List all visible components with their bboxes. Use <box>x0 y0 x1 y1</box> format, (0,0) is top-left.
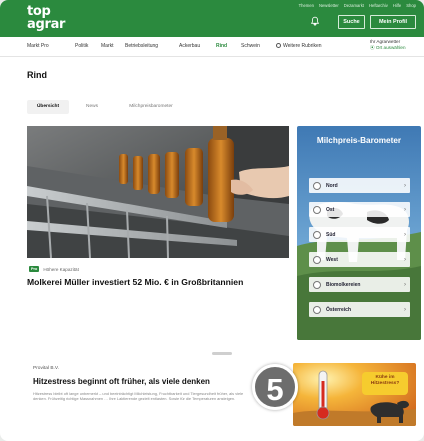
bell-icon[interactable] <box>310 16 320 26</box>
weather-widget[interactable]: Ihr Agrarwetter ⦿ Ort auswählen <box>370 39 406 51</box>
region-label: Österreich <box>326 306 352 313</box>
chevron-right-icon: › <box>404 306 406 313</box>
nav-item-weitere-rubriken[interactable]: Weitere Rubriken <box>276 43 322 49</box>
section-divider <box>212 352 232 355</box>
step-number-badge: 5 <box>252 364 298 410</box>
barometer-title: Milchpreis-Barometer <box>316 136 402 145</box>
tab-uebersicht[interactable]: Übersicht <box>27 100 69 114</box>
top-link[interactable]: Themen <box>299 3 314 8</box>
nav-item-rind[interactable]: Rind <box>216 43 227 49</box>
location-pin-icon: ⦿ <box>370 45 375 50</box>
chevron-right-icon: › <box>404 256 406 263</box>
nav-item-betriebsleitung[interactable]: Betriebsleitung <box>125 43 158 49</box>
hero-tag-row: Pro Höhere Kapazität <box>29 266 79 272</box>
weather-location-label: Ort auswählen <box>375 45 406 50</box>
nav-item-weitere-rubriken-label: Weitere Rubriken <box>283 43 322 49</box>
ad-sponsor: Provital B.V. <box>33 366 59 371</box>
region-map-icon <box>313 230 321 239</box>
hero-headline[interactable]: Molkerei Müller investiert 52 Mio. € in … <box>27 277 291 288</box>
ad-bubble: Kühe im Hitzestress? <box>362 372 408 395</box>
region-label: Ost <box>326 206 335 213</box>
profile-button[interactable]: Mein Profil <box>370 15 416 29</box>
ad-headline[interactable]: Hitzestress beginnt oft früher, als viel… <box>33 377 210 386</box>
hero-image[interactable] <box>27 126 289 258</box>
top-link[interactable]: Dezamarkt <box>344 3 364 8</box>
nav-item-ackerbau[interactable]: Ackerbau <box>179 43 200 49</box>
browser-page: top agrar Themen Newsletter Dezamarkt He… <box>0 0 424 441</box>
region-label: West <box>326 256 338 263</box>
nav-item-schwein[interactable]: Schwein <box>241 43 260 49</box>
site-logo[interactable]: top agrar <box>27 5 65 31</box>
region-label: Süd <box>326 231 336 238</box>
milchpreis-barometer-panel: Milchpreis-Barometer Nord › Ost › Süd › Wes… <box>297 126 421 340</box>
nav-item-markt[interactable]: Markt <box>101 43 114 49</box>
chevron-right-icon: › <box>404 182 406 189</box>
chevron-right-icon: › <box>404 206 406 213</box>
weather-location-link[interactable]: ⦿ Ort auswählen <box>370 45 406 51</box>
more-icon <box>276 43 281 48</box>
barometer-region-biomolkereien[interactable]: Biomolkereien › <box>309 277 410 292</box>
tab-milchpreisbarometer[interactable]: Milchpreisbarometer <box>115 100 187 114</box>
page-title: Rind <box>27 70 47 80</box>
chevron-right-icon: › <box>404 231 406 238</box>
barometer-region-sued[interactable]: Süd › <box>309 227 410 242</box>
site-header: top agrar Themen Newsletter Dezamarkt He… <box>0 0 424 37</box>
region-map-icon <box>313 280 321 289</box>
top-link[interactable]: Shop <box>406 3 416 8</box>
nav-item-markt-pro[interactable]: Markt Pro <box>27 43 49 49</box>
top-links: Themen Newsletter Dezamarkt Heftarchiv H… <box>299 3 416 8</box>
logo-line-2: agrar <box>27 17 66 32</box>
hero-kicker: Höhere Kapazität <box>43 266 79 272</box>
region-label: Biomolkereien <box>326 281 361 288</box>
search-button[interactable]: Suche <box>338 15 365 29</box>
chevron-right-icon: › <box>404 281 406 288</box>
top-link[interactable]: Heftarchiv <box>369 3 388 8</box>
region-map-icon <box>313 255 321 264</box>
pro-badge: Pro <box>29 266 40 272</box>
barometer-region-nord[interactable]: Nord › <box>309 178 410 193</box>
main-nav: Markt Pro Politik Markt Betriebsleitung … <box>0 37 424 57</box>
region-map-icon <box>313 305 321 314</box>
barometer-region-oesterreich[interactable]: Österreich › <box>309 302 410 317</box>
top-link[interactable]: Newsletter <box>319 3 339 8</box>
top-link[interactable]: Hilfe <box>393 3 401 8</box>
nav-item-politik[interactable]: Politik <box>75 43 88 49</box>
region-label: Nord <box>326 182 338 189</box>
region-map-icon <box>313 205 321 214</box>
ad-teaser: Hitzestress bleibt oft lange unbemerkt –… <box>33 391 244 402</box>
barometer-region-ost[interactable]: Ost › <box>309 202 410 217</box>
region-map-icon <box>313 181 321 190</box>
tab-news[interactable]: News <box>81 100 103 114</box>
barometer-region-west[interactable]: West › <box>309 252 410 267</box>
